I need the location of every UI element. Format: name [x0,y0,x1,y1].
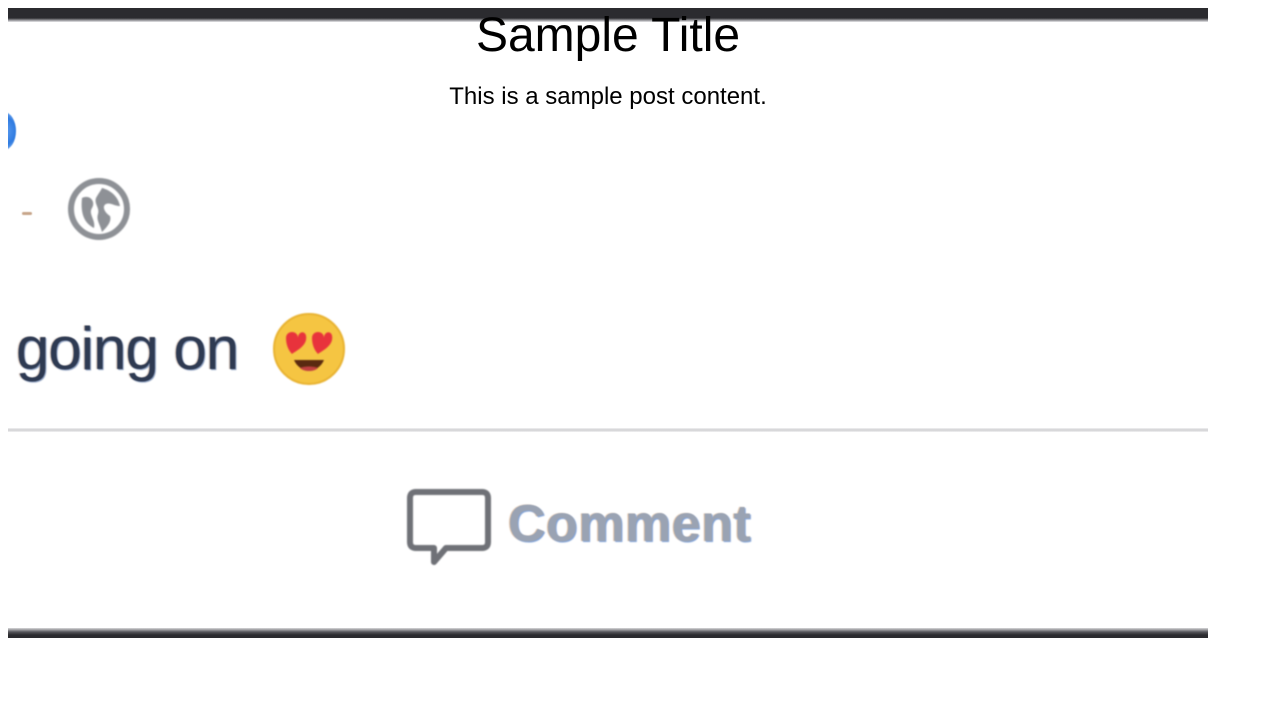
heart-eyes-emoji-icon [273,313,345,385]
globe-icon [68,178,130,240]
post-content: This is a sample post content. [449,83,767,110]
avatar-edge [8,112,16,150]
bottom-border [8,628,1208,638]
post-text: going on [16,315,239,382]
separator-dot [22,212,32,215]
page-title: Sample Title [475,9,741,62]
page: going on Comment Sample Title This is a … [0,0,1280,720]
comment-bubble-icon[interactable] [404,482,494,572]
comment-button[interactable]: Comment [508,494,751,554]
action-divider [8,428,1208,432]
